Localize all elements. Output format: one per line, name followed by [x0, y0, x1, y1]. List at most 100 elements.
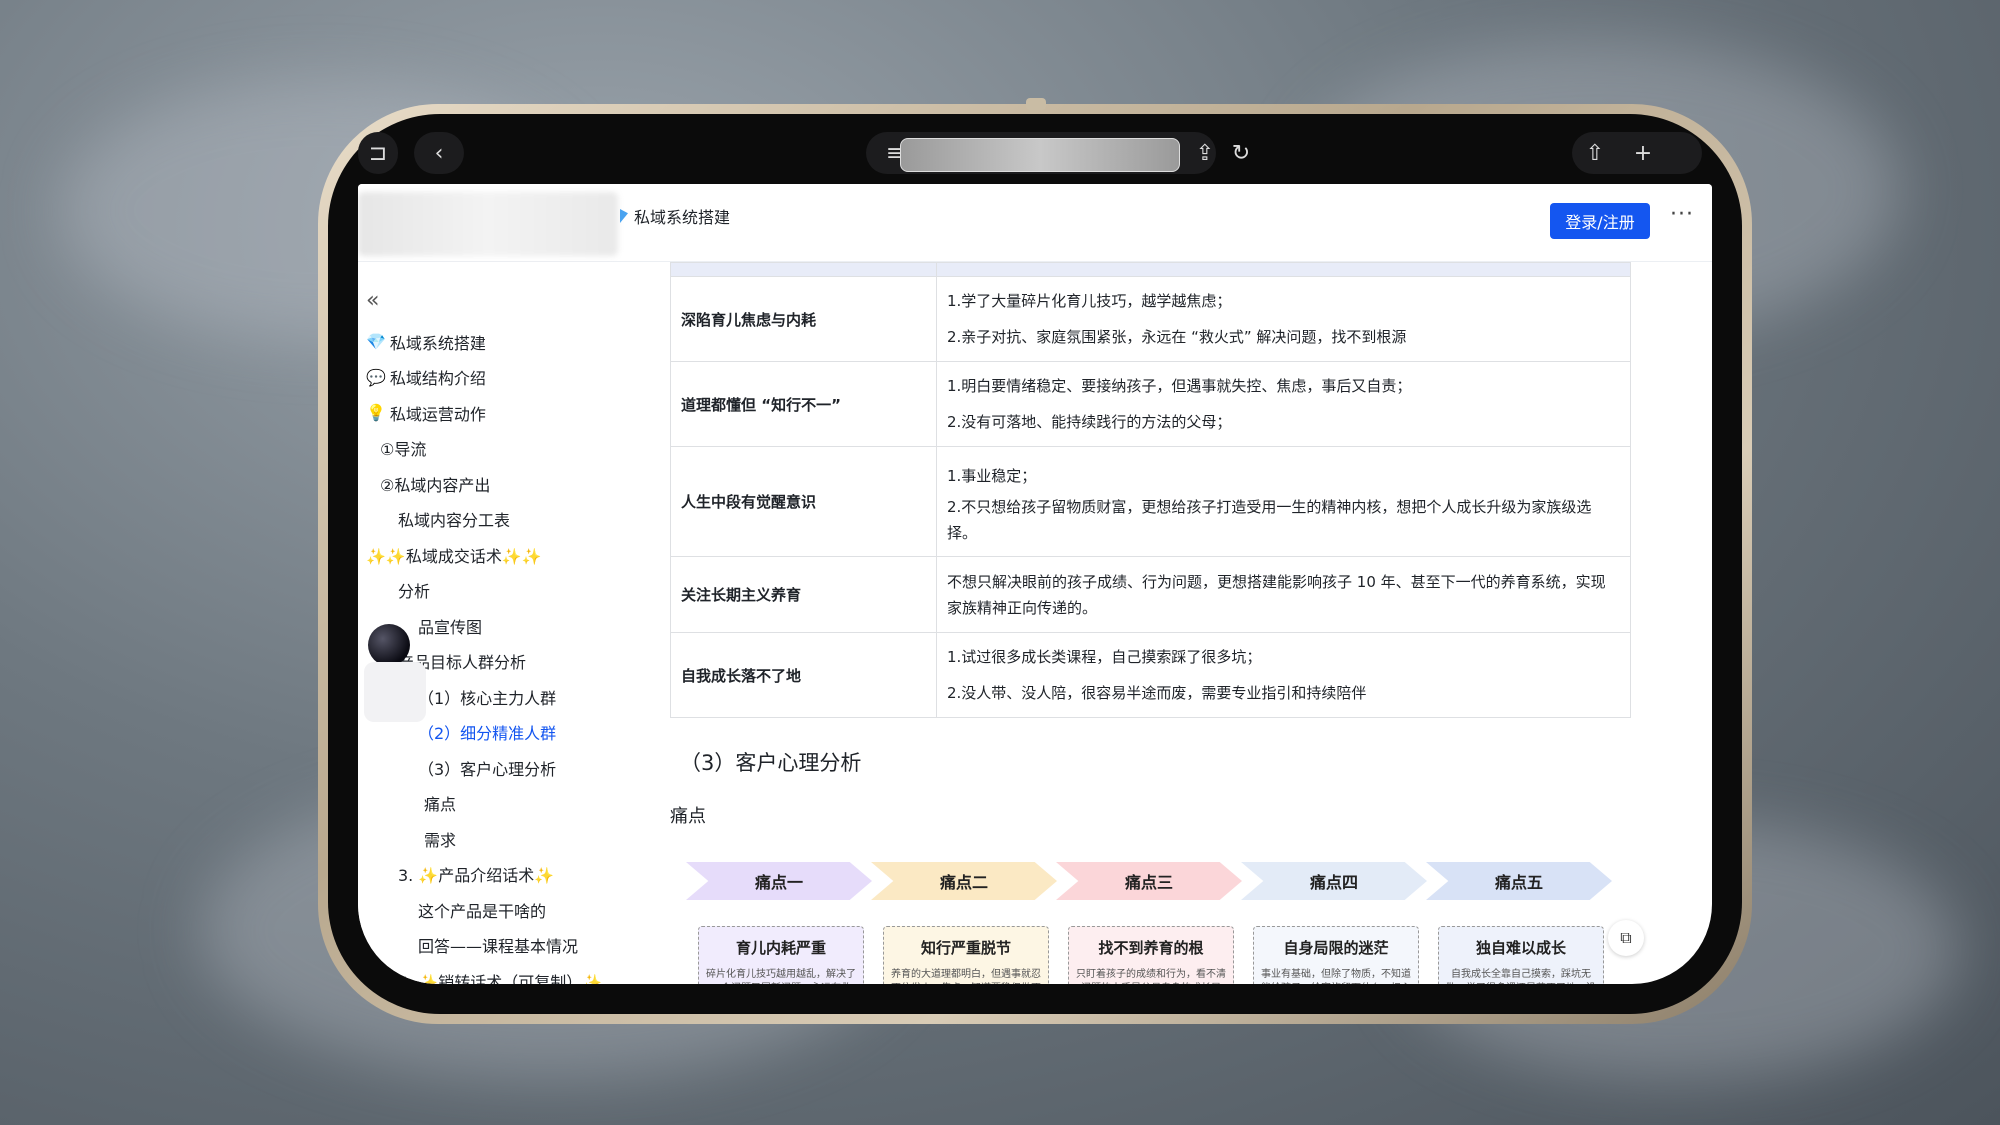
subsection-heading: 痛点: [670, 806, 706, 827]
sidebar-item-label: 回答——课程基本情况: [418, 937, 579, 957]
sidebar-item[interactable]: 分析: [366, 573, 646, 609]
pain-point-chevron: 痛点一: [686, 862, 872, 900]
toc-list: 💎 私域系统搭建 💬 私域结构介绍 💡 私域运营动作 ①导流 ②私域内容产出 私域内容分工表 ✨✨…: [366, 324, 646, 984]
row-label: 深陷育儿焦虑与内耗: [670, 276, 937, 362]
new-tab-button[interactable]: +: [1626, 132, 1660, 174]
detail-line: 1.试过很多成长类课程，自己摸索踩了很多坑；: [947, 648, 1262, 666]
pain-point-chevron: 痛点三: [1056, 862, 1242, 900]
detail-line: 1.事业稳定；: [947, 466, 1037, 485]
reload-icon: ↻: [1231, 140, 1251, 166]
browser-toolbar: ⊐ ‹ ≡ ⇪ ↻ ⇧ +: [358, 128, 1712, 178]
sidebar-item[interactable]: ✨✨私域成交话术✨✨: [366, 537, 646, 573]
breadcrumb[interactable]: 私域系统搭建: [620, 204, 730, 228]
pain-point-chevrons: 痛点一 痛点二 痛点三 痛点四 痛点五: [686, 862, 1616, 902]
table-row: 关注长期主义养育 不想只解决眼前的孩子成绩、行为问题，更想搭建能影响孩子 10 年…: [670, 556, 1631, 633]
sidebar-item[interactable]: 这个产品是干啥的: [366, 892, 646, 928]
device-frame: ⊐ ‹ ≡ ⇪ ↻ ⇧ + 私域系统搭建 登录/注册 ··· « 💎 私域系统搭…: [318, 104, 1752, 1024]
sidebar-item[interactable]: 💬 私域结构介绍: [366, 360, 646, 396]
reload-button[interactable]: ↻: [1224, 132, 1258, 174]
sidebar-item-label: 需求: [424, 830, 457, 850]
sidebar-item-icon: 💬: [366, 367, 386, 387]
persona-table: 深陷育儿焦虑与内耗 1.学了大量碎片化育儿技巧，越学越焦虑； 2.亲子对抗、家庭氛围…: [670, 262, 1631, 718]
sidebar-item[interactable]: （3）客户心理分析: [366, 750, 646, 786]
pain-point-card-title: 育儿内耗严重: [735, 939, 826, 957]
copy-icon: ⧉: [1620, 928, 1632, 947]
sidebar-item-icon: 💎: [366, 332, 386, 352]
sidebar-item-label: 痛点: [424, 795, 457, 815]
sidebar-item[interactable]: ①导流: [366, 431, 646, 467]
sidebar-item-label: 私域内容分工表: [398, 511, 511, 531]
back-button[interactable]: ‹: [414, 132, 464, 174]
pain-point-card-title: 自身局限的迷茫: [1283, 939, 1389, 957]
floating-widget[interactable]: [364, 662, 426, 722]
pain-point-card-desc: 只盯着孩子的成绩和行为，看不清问题的本质是父母自身的成长局: [1076, 969, 1226, 984]
row-label: 人生中段有觉醒意识: [670, 446, 937, 557]
pain-point-chevron: 痛点二: [871, 862, 1057, 900]
row-detail: 不想只解决眼前的孩子成绩、行为问题，更想搭建能影响孩子 10 年、甚至下一代的养…: [936, 556, 1631, 633]
sidebar-item-label: 这个产品是干啥的: [418, 901, 547, 921]
sidebar-item[interactable]: ②私域内容产出: [366, 466, 646, 502]
sidebar-item[interactable]: 3. ✨产品介绍话术✨: [366, 857, 646, 893]
table-row: 道理都懂但 “知行不一” 1.明白要情绪稳定、要接纳孩子，但遇事就失控、焦虑，事后…: [670, 361, 1631, 447]
detail-line: 不想只解决眼前的孩子成绩、行为问题，更想搭建能影响孩子 10 年、甚至下一代的养…: [947, 572, 1606, 617]
login-register-button[interactable]: 登录/注册: [1550, 203, 1650, 239]
pain-point-cards: 育儿内耗严重碎片化育儿技巧越用越乱，解决了一个问题又冒新问题，永远在救 知行严重脱…: [698, 926, 1618, 984]
more-options-icon[interactable]: ···: [1670, 202, 1694, 227]
doc-flag-icon: [620, 209, 628, 223]
pain-point-card-desc: 养育的大道理都明白，但遇事就忍不住发火、焦虑，知道要稳但做不: [891, 969, 1041, 984]
upload-button[interactable]: ⇧: [1578, 132, 1612, 174]
tab-button[interactable]: ⊐: [358, 132, 398, 174]
row-detail: 1.明白要情绪稳定、要接纳孩子，但遇事就失控、焦虑，事后又自责； 2.没有可落地、…: [936, 361, 1631, 447]
hinge: [1026, 98, 1046, 110]
sidebar-item-label: ②私域内容产出: [380, 475, 491, 495]
assistant-avatar[interactable]: [368, 624, 410, 666]
sidebar-item-label: （2）细分精准人群: [418, 724, 557, 744]
sidebar-item[interactable]: 4. ✨销转话术（可复制）✨: [366, 963, 646, 984]
pain-point-card-title: 找不到养育的根: [1098, 939, 1204, 957]
pain-point-card-title: 知行严重脱节: [920, 939, 1011, 957]
row-detail: 1.事业稳定； 2.不只想给孩子留物质财富，更想给孩子打造受用一生的精神内核，想把…: [936, 446, 1631, 557]
pain-point-chevron: 痛点五: [1426, 862, 1612, 900]
pain-point-card: 独自难以成长自我成长全靠自己摸索，踩坑无数，学了很多课还是落不了地，没: [1438, 926, 1604, 984]
row-label: 关注长期主义养育: [670, 556, 937, 633]
sidebar-item[interactable]: 💎 私域系统搭建: [366, 324, 646, 360]
detail-line: 2.不只想给孩子留物质财富，更想给孩子打造受用一生的精神内核，想把个人成长升级为…: [947, 497, 1592, 542]
sidebar-item-label: 私域结构介绍: [389, 369, 486, 389]
detail-line: 2.没有可落地、能持续践行的方法的父母；: [947, 413, 1232, 431]
detail-line: 2.亲子对抗、家庭氛围紧张，永远在 “救火式” 解决问题，找不到根源: [947, 328, 1407, 346]
device-bezel: ⊐ ‹ ≡ ⇪ ↻ ⇧ + 私域系统搭建 登录/注册 ··· « 💎 私域系统搭…: [328, 114, 1742, 1014]
sidebar-item[interactable]: 需求: [366, 821, 646, 857]
sidebar-item-label: 4. ✨销转话术（可复制）✨: [398, 972, 603, 984]
collapse-sidebar-icon[interactable]: «: [366, 288, 379, 313]
sidebar-item-label: ①导流: [380, 440, 427, 460]
sidebar-item[interactable]: 痛点: [366, 786, 646, 822]
sidebar-item-label: 私域系统搭建: [389, 333, 486, 353]
pain-point-card: 找不到养育的根只盯着孩子的成绩和行为，看不清问题的本质是父母自身的成长局: [1068, 926, 1234, 984]
share-icon: ⇪: [1195, 140, 1215, 166]
copy-float-button[interactable]: ⧉: [1608, 920, 1644, 956]
table-row: 深陷育儿焦虑与内耗 1.学了大量碎片化育儿技巧，越学越焦虑； 2.亲子对抗、家庭氛围…: [670, 276, 1631, 362]
sidebar-item-label: （1）核心主力人群: [418, 688, 557, 708]
url-field[interactable]: [900, 138, 1180, 172]
sidebar-item-label: ✨✨私域成交话术✨✨: [366, 546, 542, 566]
pain-point-card-title: 独自难以成长: [1475, 939, 1566, 957]
table-row: 人生中段有觉醒意识 1.事业稳定； 2.不只想给孩子留物质财富，更想给孩子打造受用一…: [670, 446, 1631, 557]
row-label: 道理都懂但 “知行不一”: [670, 361, 937, 447]
pain-point-card-desc: 事业有基础，但除了物质，不知道能给孩子、给家族留下什么，担心: [1261, 969, 1411, 984]
blurred-logo: [358, 192, 618, 256]
pain-point-card: 育儿内耗严重碎片化育儿技巧越用越乱，解决了一个问题又冒新问题，永远在救: [698, 926, 864, 984]
detail-line: 1.明白要情绪稳定、要接纳孩子，但遇事就失控、焦虑，事后又自责；: [947, 377, 1412, 395]
row-detail: 1.试过很多成长类课程，自己摸索踩了很多坑； 2.没人带、没人陪，很容易半途而废，…: [936, 632, 1631, 718]
sidebar-item-label: 3. ✨产品介绍话术✨: [398, 866, 555, 886]
row-label: 自我成长落不了地: [670, 632, 937, 718]
share-button[interactable]: ⇪: [1188, 132, 1222, 174]
sidebar-item[interactable]: 私域内容分工表: [366, 502, 646, 538]
document-content: 深陷育儿焦虑与内耗 1.学了大量碎片化育儿技巧，越学越焦虑； 2.亲子对抗、家庭氛围…: [670, 262, 1652, 984]
sidebar-item-label: 品宣传图: [418, 617, 483, 637]
sidebar-item[interactable]: 回答——课程基本情况: [366, 928, 646, 964]
pain-point-card-desc: 碎片化育儿技巧越用越乱，解决了一个问题又冒新问题，永远在救: [706, 969, 856, 984]
pain-point-card-desc: 自我成长全靠自己摸索，踩坑无数，学了很多课还是落不了地，没: [1446, 969, 1596, 984]
sidebar-item[interactable]: 💡 私域运营动作: [366, 395, 646, 431]
breadcrumb-label: 私域系统搭建: [634, 208, 731, 227]
pain-point-chevron: 痛点四: [1241, 862, 1427, 900]
